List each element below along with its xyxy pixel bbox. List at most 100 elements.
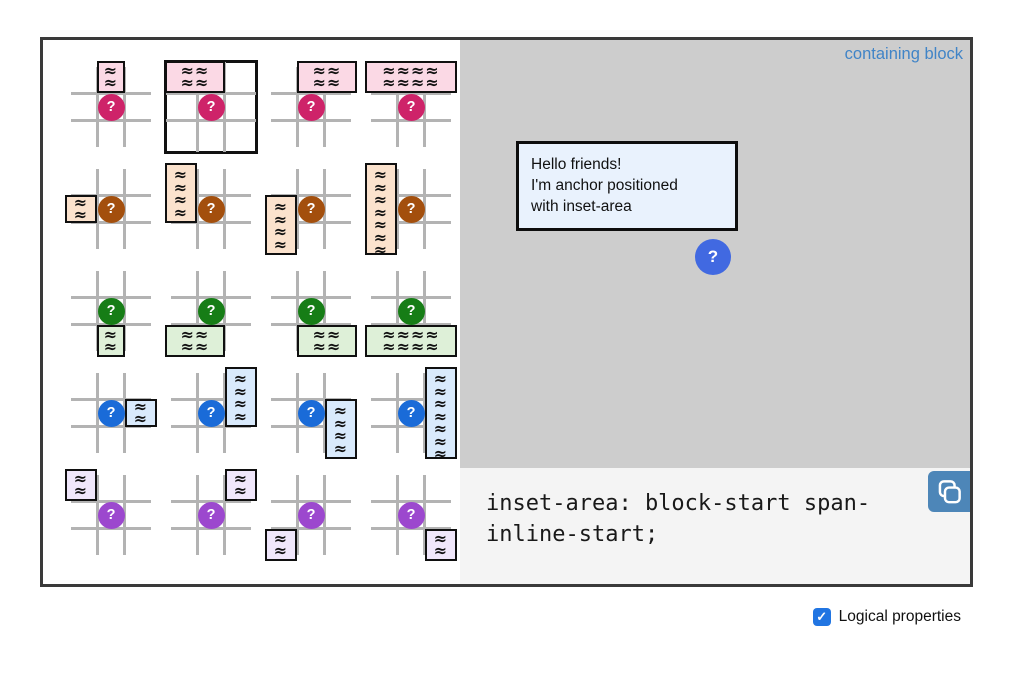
positioned-box: ≈≈ <box>97 325 125 357</box>
anchor-badge: ? <box>298 196 325 223</box>
anchor-badge: ? <box>398 400 425 427</box>
option-diagram: ≈≈≈≈? <box>167 63 255 151</box>
text-squiggle: ≈ <box>74 209 88 222</box>
positioned-box: ≈≈≈≈≈≈≈≈ <box>365 325 457 357</box>
picker-option-block-start-span-all[interactable]: ≈≈≈≈≈≈≈≈? <box>361 56 461 158</box>
positioned-box: ≈≈≈≈ <box>165 61 225 93</box>
text-squiggle: ≈ <box>174 207 188 220</box>
anchor-badge: ? <box>198 400 225 427</box>
logical-properties-toggle[interactable]: ✓ Logical properties <box>813 608 961 626</box>
positioned-box: ≈≈ <box>265 529 297 561</box>
anchor-badge: ? <box>98 502 125 529</box>
anchor-badge: ? <box>298 502 325 529</box>
option-diagram: ≈≈≈≈? <box>267 63 355 151</box>
anchor-badge: ? <box>98 196 125 223</box>
copy-button[interactable] <box>928 471 970 512</box>
text-squiggle: ≈ <box>334 443 348 456</box>
anchor-badge: ? <box>198 502 225 529</box>
option-diagram: ≈≈≈≈? <box>167 165 255 253</box>
positioned-box: ≈≈≈≈≈≈≈ <box>365 163 397 255</box>
picker-option-block-start-span-inline-start[interactable]: ≈≈≈≈? <box>161 56 261 158</box>
option-diagram: ≈≈? <box>67 267 155 355</box>
text-squiggle: ≈ <box>104 341 118 354</box>
text-squiggle: ≈≈ <box>181 77 210 90</box>
anchor-badge: ? <box>198 94 225 121</box>
positioned-box: ≈≈≈≈ <box>297 325 357 357</box>
picker-option-inline-end-span-block-end[interactable]: ≈≈≈≈? <box>261 362 361 464</box>
containing-block: containing block Hello friends! I'm anch… <box>460 40 970 468</box>
positioned-box: ≈≈≈≈≈≈≈ <box>425 367 457 459</box>
positioned-box: ≈≈ <box>97 61 125 93</box>
text-squiggle: ≈ <box>274 239 288 252</box>
option-diagram: ≈≈≈≈? <box>267 165 355 253</box>
picker-option-inline-start-span-all[interactable]: ≈≈≈≈≈≈≈? <box>361 158 461 260</box>
text-squiggle: ≈≈ <box>313 77 342 90</box>
picker-option-block-start-inline-start[interactable]: ≈≈? <box>61 464 161 566</box>
option-diagram: ≈≈? <box>267 471 355 559</box>
positioned-box: ≈≈ <box>65 195 97 223</box>
code-text: inset-area: block-start span-inline-star… <box>460 468 918 550</box>
picker-option-inline-end-span-all[interactable]: ≈≈≈≈≈≈≈? <box>361 362 461 464</box>
anchor-badge: ? <box>98 94 125 121</box>
option-diagram: ≈≈? <box>67 63 155 151</box>
option-diagram: ≈≈≈≈? <box>167 267 255 355</box>
text-squiggle: ≈ <box>374 244 388 257</box>
option-diagram: ≈≈? <box>67 165 155 253</box>
anchor-badge: ? <box>298 94 325 121</box>
anchor-badge: ? <box>298 400 325 427</box>
tooltip-line: I'm anchor positioned <box>531 175 723 196</box>
picker-option-inline-start-span-block-end[interactable]: ≈≈≈≈? <box>261 158 361 260</box>
anchor-badge: ? <box>398 298 425 325</box>
text-squiggle: ≈ <box>234 411 248 424</box>
picker-option-block-start-span-inline-end[interactable]: ≈≈≈≈? <box>261 56 361 158</box>
anchor-badge: ? <box>298 298 325 325</box>
positioned-box: ≈≈ <box>125 399 157 427</box>
containing-block-label: containing block <box>845 45 963 64</box>
picker-panel: ≈≈?≈≈≈≈?≈≈≈≈?≈≈≈≈≈≈≈≈?≈≈?≈≈≈≈?≈≈≈≈?≈≈≈≈≈… <box>43 40 460 584</box>
picker-option-block-end-inline-end[interactable]: ≈≈? <box>361 464 461 566</box>
anchor-badge: ? <box>398 94 425 121</box>
check-icon: ✓ <box>816 609 827 625</box>
anchor-badge: ? <box>398 502 425 529</box>
logical-properties-label: Logical properties <box>839 608 961 626</box>
picker-option-inline-start[interactable]: ≈≈? <box>61 158 161 260</box>
text-squiggle: ≈≈≈≈ <box>382 341 440 354</box>
positioned-box: ≈≈≈≈ <box>265 195 297 255</box>
text-squiggle: ≈ <box>434 545 448 558</box>
positioned-box: ≈≈ <box>425 529 457 561</box>
anchor-badge: ? <box>98 298 125 325</box>
anchored-element: Hello friends! I'm anchor positioned wit… <box>516 141 738 231</box>
text-squiggle: ≈≈≈≈ <box>382 77 440 90</box>
anchor-badge: ? <box>98 400 125 427</box>
positioned-box: ≈≈≈≈ <box>165 163 197 223</box>
tooltip-line: with inset-area <box>531 196 723 217</box>
anchor-badge: ? <box>198 196 225 223</box>
positioned-box: ≈≈≈≈ <box>297 61 357 93</box>
picker-option-block-start-inline-end[interactable]: ≈≈? <box>161 464 261 566</box>
copy-icon <box>936 478 963 505</box>
positioned-box: ≈≈ <box>225 469 257 501</box>
positioned-box: ≈≈ <box>65 469 97 501</box>
text-squiggle: ≈≈ <box>181 341 210 354</box>
option-diagram: ≈≈≈≈≈≈≈? <box>367 165 455 253</box>
option-diagram: ≈≈? <box>67 369 155 457</box>
picker-option-block-end-span-inline-end[interactable]: ≈≈≈≈? <box>261 260 361 362</box>
demo-panel: containing block Hello friends! I'm anch… <box>460 40 970 584</box>
positioned-box: ≈≈≈≈ <box>325 399 357 459</box>
tooltip-line: Hello friends! <box>531 154 723 175</box>
option-diagram: ≈≈≈≈? <box>267 267 355 355</box>
picker-option-block-end-inline-start[interactable]: ≈≈? <box>261 464 361 566</box>
question-mark-icon: ? <box>708 247 718 267</box>
picker-option-inline-start-span-block-start[interactable]: ≈≈≈≈? <box>161 158 261 260</box>
picker-option-block-end-span-inline-start[interactable]: ≈≈≈≈? <box>161 260 261 362</box>
logical-properties-checkbox[interactable]: ✓ <box>813 608 831 626</box>
text-squiggle: ≈ <box>274 545 288 558</box>
option-diagram: ≈≈≈≈≈≈≈≈? <box>367 63 455 151</box>
picker-option-inline-end[interactable]: ≈≈? <box>61 362 161 464</box>
picker-option-inline-end-span-block-start[interactable]: ≈≈≈≈? <box>161 362 261 464</box>
picker-option-block-end-span-all[interactable]: ≈≈≈≈≈≈≈≈? <box>361 260 461 362</box>
picker-option-block-start[interactable]: ≈≈? <box>61 56 161 158</box>
option-diagram: ≈≈≈≈≈≈≈? <box>367 369 455 457</box>
picker-option-block-end[interactable]: ≈≈? <box>61 260 161 362</box>
positioned-box: ≈≈≈≈ <box>225 367 257 427</box>
